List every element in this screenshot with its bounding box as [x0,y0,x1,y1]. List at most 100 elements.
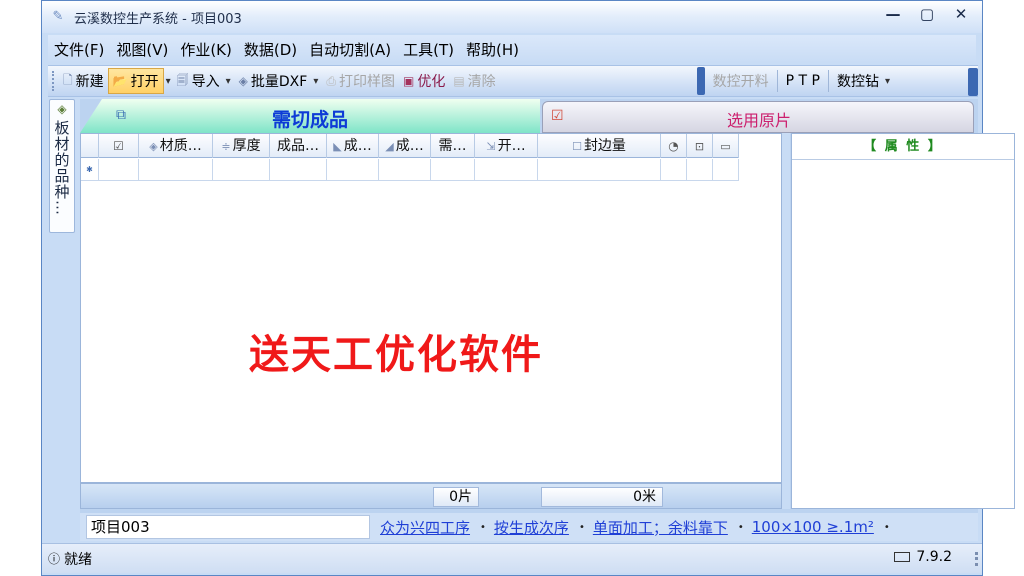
table-cell[interactable] [327,159,379,181]
products-grid: ☑ ◈ 材质… ≑ 厚度 成品… ◣ 成… ◢ 成… 需… ⇲ 开… ☐ 封边量 ◔ ⊡ ▭… [80,133,782,483]
menu-view[interactable]: 视图(V) [116,39,168,60]
ptp-button[interactable]: P T P [782,68,824,94]
cnc-drill-label: 数控钻 [836,74,879,90]
cnc-cut-button[interactable]: 数控开料 [709,68,773,94]
table-row[interactable]: ✱ [81,159,739,181]
optimize-button[interactable]: ▣ 优化 [399,68,449,94]
menu-bar: 文件(F) 视图(V) 作业(K) 数据(D) 自动切割(A) 工具(T) 帮助… [48,35,976,63]
app-icon: ✎ [52,9,64,24]
chevron-down-icon: ▾ [165,75,171,87]
chevron-down-icon[interactable]: • [884,522,890,533]
bottom-bar: 项目003 众为兴四工序 • 按生成次序 • 单面加工；余料靠下 • 100×1… [80,513,978,541]
note-icon: ▭ [720,140,731,153]
table-cell[interactable] [99,159,139,181]
status-bar: ⓘ 就绪 7.9.2 [42,543,982,573]
column-thickness[interactable]: ≑ 厚度 [213,134,270,158]
toolbar-separator [776,70,778,92]
chevron-down-icon: ▾ [225,75,231,87]
column-product-length[interactable]: ◢ 成… [379,134,431,158]
watermark-text: 送天工优化软件 [249,332,543,378]
menu-file[interactable]: 文件(F) [54,39,104,60]
meters-total: 0米 [541,487,663,507]
column-material[interactable]: ◈ 材质… [139,134,213,158]
open-dropdown[interactable]: ▾ [164,68,173,94]
table-cell[interactable] [475,159,538,181]
window-title: 云溪数控生产系统 - 项目003 [74,11,242,27]
table-cell[interactable] [139,159,213,181]
chevron-down-icon[interactable]: • [480,522,486,533]
table-cell[interactable] [538,159,661,181]
app-window: ✎ 云溪数控生产系统 - 项目003 — ▢ ✕ 文件(F) 视图(V) 作业(… [41,0,1015,576]
minimize-icon[interactable]: — [876,3,910,25]
open-button[interactable]: 📂 打开 [107,68,164,94]
status-text: 就绪 [64,551,93,568]
select-all-checkbox[interactable]: ☑ [99,134,139,158]
status-right: 7.9.2 [894,549,952,565]
resize-grip-icon[interactable] [966,552,978,566]
cnc-drill-button[interactable]: 数控钻 ▾ [833,68,894,94]
print-button[interactable]: ⎙ 打印样图 [322,68,399,94]
process-link[interactable]: 众为兴四工序 [380,517,470,538]
column-drill[interactable]: ⊡ [687,134,713,158]
table-cell[interactable] [687,159,713,181]
menu-auto-cut[interactable]: 自动切割(A) [309,39,391,60]
column-quantity[interactable]: 需… [431,134,475,158]
tab-raw-sheets-label: 选用原片 [726,111,791,130]
table-cell[interactable] [213,159,270,181]
side-tab-board-types[interactable]: ◈ 板材的品种… [49,99,75,233]
folder-icon: 📂 [112,74,128,88]
column-shape[interactable]: ◔ [661,134,687,158]
chevron-down-icon[interactable]: • [579,522,585,533]
close-icon[interactable]: ✕ [944,3,978,25]
table-cell[interactable] [661,159,687,181]
chevron-down-icon[interactable]: • [738,522,744,533]
project-name-field[interactable]: 项目003 [86,515,370,539]
row-header-corner [81,134,99,158]
side-tab-label: 板材的品种… [52,120,71,216]
toolbar-handle[interactable] [968,68,978,96]
table-cell[interactable] [431,159,475,181]
clear-icon: ▤ [453,74,465,88]
new-label: 新建 [75,74,104,90]
mode-link[interactable]: 单面加工；余料靠下 [593,517,728,538]
toolbar-grip[interactable] [52,71,55,91]
menu-job[interactable]: 作业(K) [180,39,232,60]
toolbar-separator [827,70,829,92]
properties-title: 【 属 性 】 [792,134,1014,160]
panel-splitter[interactable] [782,133,790,509]
column-edge-banding[interactable]: ☐ 封边量 [538,134,661,158]
ptp-label: P T P [785,73,820,89]
optimize-icon: ▣ [402,74,415,88]
order-link[interactable]: 按生成次序 [494,517,569,538]
column-product-width[interactable]: ◣ 成… [327,134,379,158]
drill-icon: ⊡ [694,140,705,153]
menu-data[interactable]: 数据(D) [244,39,297,60]
clear-button[interactable]: ▤ 清除 [449,68,499,94]
new-button[interactable]: 🗋 新建 [59,68,108,94]
optimize-label: 优化 [417,74,446,90]
tab-raw-sheets[interactable]: ☑ 选用原片 [542,101,974,133]
table-cell[interactable] [713,159,739,181]
menu-tools[interactable]: 工具(T) [403,39,454,60]
table-cell[interactable] [379,159,431,181]
column-note[interactable]: ▭ [713,134,739,158]
toolbar: 🗋 新建 📂 打开 ▾ 🗐 导入 ▾ ◈ 批量DXF ▾ ⎙ 打印样图 ▣ 优化 ▤ 清除 数控开… [48,65,978,97]
toolbar-handle[interactable] [696,67,705,95]
menu-help[interactable]: 帮助(H) [466,39,519,60]
import-button[interactable]: 🗐 导入 ▾ [173,68,235,94]
batch-dxf-button[interactable]: ◈ 批量DXF ▾ [235,68,323,94]
cut-icon: ⇲ [486,140,496,153]
size-link[interactable]: 100×100 ≥.1m² [752,518,874,536]
table-cell[interactable] [270,159,327,181]
length-icon: ◢ [385,140,394,153]
chevron-down-icon: ▾ [884,75,890,87]
printer-icon: ⎙ [326,73,336,88]
layers-icon: ◈ [57,102,67,116]
maximize-icon[interactable]: ▢ [910,3,944,25]
column-cut[interactable]: ⇲ 开… [475,134,538,158]
title-bar: ✎ 云溪数控生产系统 - 项目003 — ▢ ✕ [42,1,982,33]
properties-panel: 【 属 性 】 [791,133,1015,509]
column-product[interactable]: 成品… [270,134,327,158]
version-label: 7.9.2 [916,549,952,565]
print-label: 打印样图 [338,74,395,90]
